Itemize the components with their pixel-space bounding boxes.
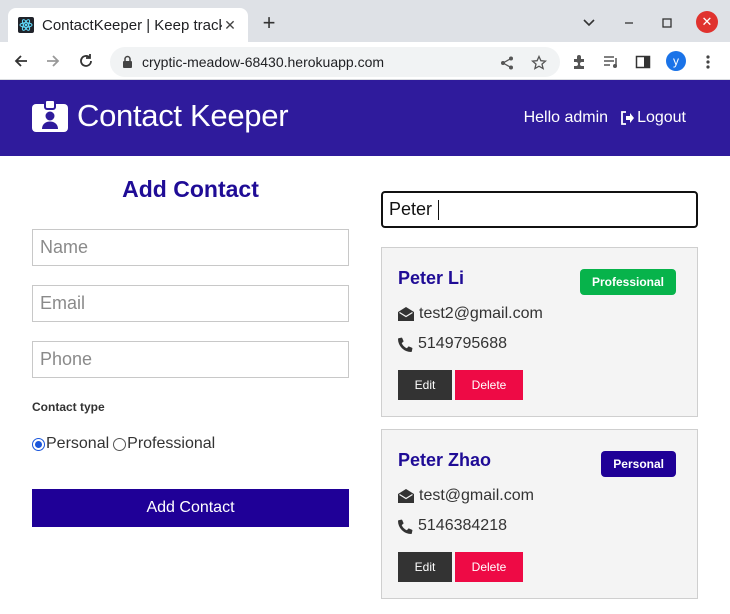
tab-title: ContactKeeper | Keep track [42,16,222,34]
contact-type-badge: Professional [579,269,676,295]
form-title: Add Contact [122,176,259,202]
brand-title: Contact Keeper [77,98,289,133]
tab-search-chevron-icon[interactable] [578,12,600,34]
contact-phone: 5146384218 [418,517,507,534]
browser-toolbar: cryptic-meadow-68430.herokuapp.com y [0,42,730,80]
minimize-icon[interactable] [618,12,640,34]
side-panel-icon[interactable] [633,52,653,72]
filter-input[interactable]: Peter [381,191,698,228]
profile-avatar[interactable]: y [666,51,686,71]
personal-radio[interactable] [32,437,45,451]
contact-name: Peter Li [398,268,465,288]
contact-card: Peter Li Professional test2@gmail.com 51… [381,247,698,417]
react-favicon-icon [18,17,34,33]
contact-name: Peter Zhao [398,450,492,470]
personal-radio-label[interactable]: Personal [46,435,109,453]
app-navbar: Contact Keeper Hello admin Logout [0,80,730,156]
browser-tabstrip: ContactKeeper | Keep track ✕ + ✕ [0,0,730,42]
extensions-icon[interactable] [569,52,589,72]
contact-email: test@gmail.com [419,487,534,504]
envelope-icon [398,307,414,321]
delete-button[interactable]: Delete [455,370,523,400]
browser-menu-icon[interactable] [698,52,718,72]
address-bar[interactable]: cryptic-meadow-68430.herokuapp.com [110,47,560,77]
id-badge-icon [32,100,68,132]
browser-tab[interactable]: ContactKeeper | Keep track ✕ [8,8,248,42]
lock-icon [122,55,133,74]
logout-label: Logout [637,109,686,126]
contact-type-label: Contact type [32,400,105,414]
contact-phone-line: 5146384218 [398,517,507,535]
text-caret [438,199,440,220]
share-icon[interactable] [498,54,516,72]
contact-card: Peter Zhao Personal test@gmail.com 51463… [381,429,698,599]
envelope-icon [398,489,414,503]
reload-icon[interactable] [75,50,97,72]
greeting-text: Hello admin [523,109,609,126]
nav-right: Hello admin Logout [524,109,686,127]
contact-type-badge: Personal [601,451,676,477]
contact-type-radio-group: Personal Professional [32,435,219,453]
contact-phone: 5149795688 [418,335,507,352]
contact-email: test2@gmail.com [419,305,543,322]
url-text: cryptic-meadow-68430.herokuapp.com [142,54,385,70]
edit-button[interactable]: Edit [398,370,452,400]
tab-close-icon[interactable]: ✕ [222,17,238,33]
professional-radio-label[interactable]: Professional [127,435,215,453]
brand[interactable]: Contact Keeper [32,98,289,134]
name-input[interactable] [32,229,349,266]
new-tab-icon[interactable]: + [258,12,280,34]
delete-button[interactable]: Delete [455,552,523,582]
logout-link[interactable]: Logout [620,109,686,127]
forward-arrow-icon[interactable] [42,50,64,72]
professional-radio[interactable] [113,437,127,451]
contact-email-line: test2@gmail.com [398,305,543,323]
contact-email-line: test@gmail.com [398,487,534,505]
phone-icon [398,519,413,534]
back-arrow-icon[interactable] [10,50,32,72]
contact-phone-line: 5149795688 [398,335,507,353]
phone-icon [398,337,413,352]
media-queue-icon[interactable] [601,52,621,72]
bookmark-star-icon[interactable] [530,54,548,72]
email-input[interactable] [32,285,349,322]
add-contact-button[interactable]: Add Contact [32,489,349,527]
phone-input[interactable] [32,341,349,378]
maximize-icon[interactable] [656,12,678,34]
edit-button[interactable]: Edit [398,552,452,582]
window-close-icon[interactable]: ✕ [696,11,718,33]
sign-out-icon [620,111,635,125]
filter-input-value: Peter [389,199,433,219]
